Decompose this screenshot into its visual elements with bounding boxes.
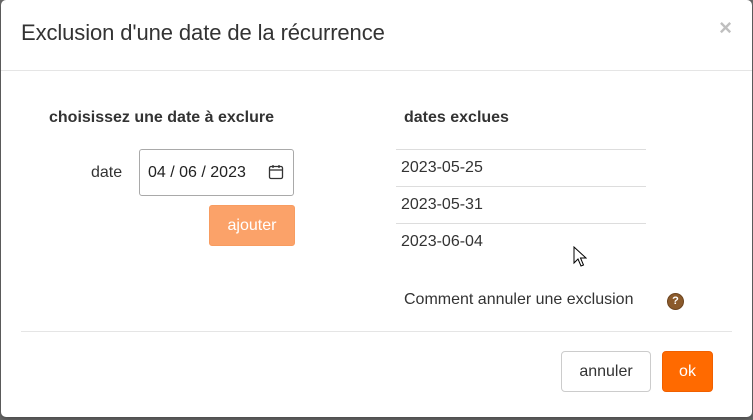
list-item[interactable]: 2023-05-31	[396, 186, 646, 223]
ok-button[interactable]: ok	[662, 351, 713, 392]
exclusion-dialog: Exclusion d'une date de la récurrence × …	[1, 0, 752, 417]
close-icon[interactable]: ×	[719, 16, 732, 40]
cancel-button[interactable]: annuler	[561, 351, 651, 392]
mouse-pointer-icon	[573, 246, 587, 267]
dialog-header: Exclusion d'une date de la récurrence ×	[1, 0, 752, 71]
dialog-title: Exclusion d'une date de la récurrence	[21, 20, 385, 45]
help-text: Comment annuler une exclusion	[404, 291, 634, 308]
date-input[interactable]: 04 / 06 / 2023	[139, 149, 294, 196]
footer-divider	[21, 331, 732, 332]
choose-date-heading: choisissez une date à exclure	[49, 109, 274, 126]
question-icon[interactable]: ?	[667, 293, 684, 310]
list-item[interactable]: 2023-06-04	[396, 223, 646, 260]
add-exclusion-button[interactable]: ajouter	[209, 205, 295, 246]
excluded-dates-heading: dates exclues	[404, 109, 509, 126]
date-label: date	[91, 164, 123, 181]
calendar-icon[interactable]	[268, 164, 284, 180]
list-item[interactable]: 2023-05-25	[396, 149, 646, 186]
excluded-dates-list: 2023-05-25 2023-05-31 2023-06-04	[396, 149, 646, 260]
date-value: 04 / 06 / 2023	[148, 164, 246, 181]
